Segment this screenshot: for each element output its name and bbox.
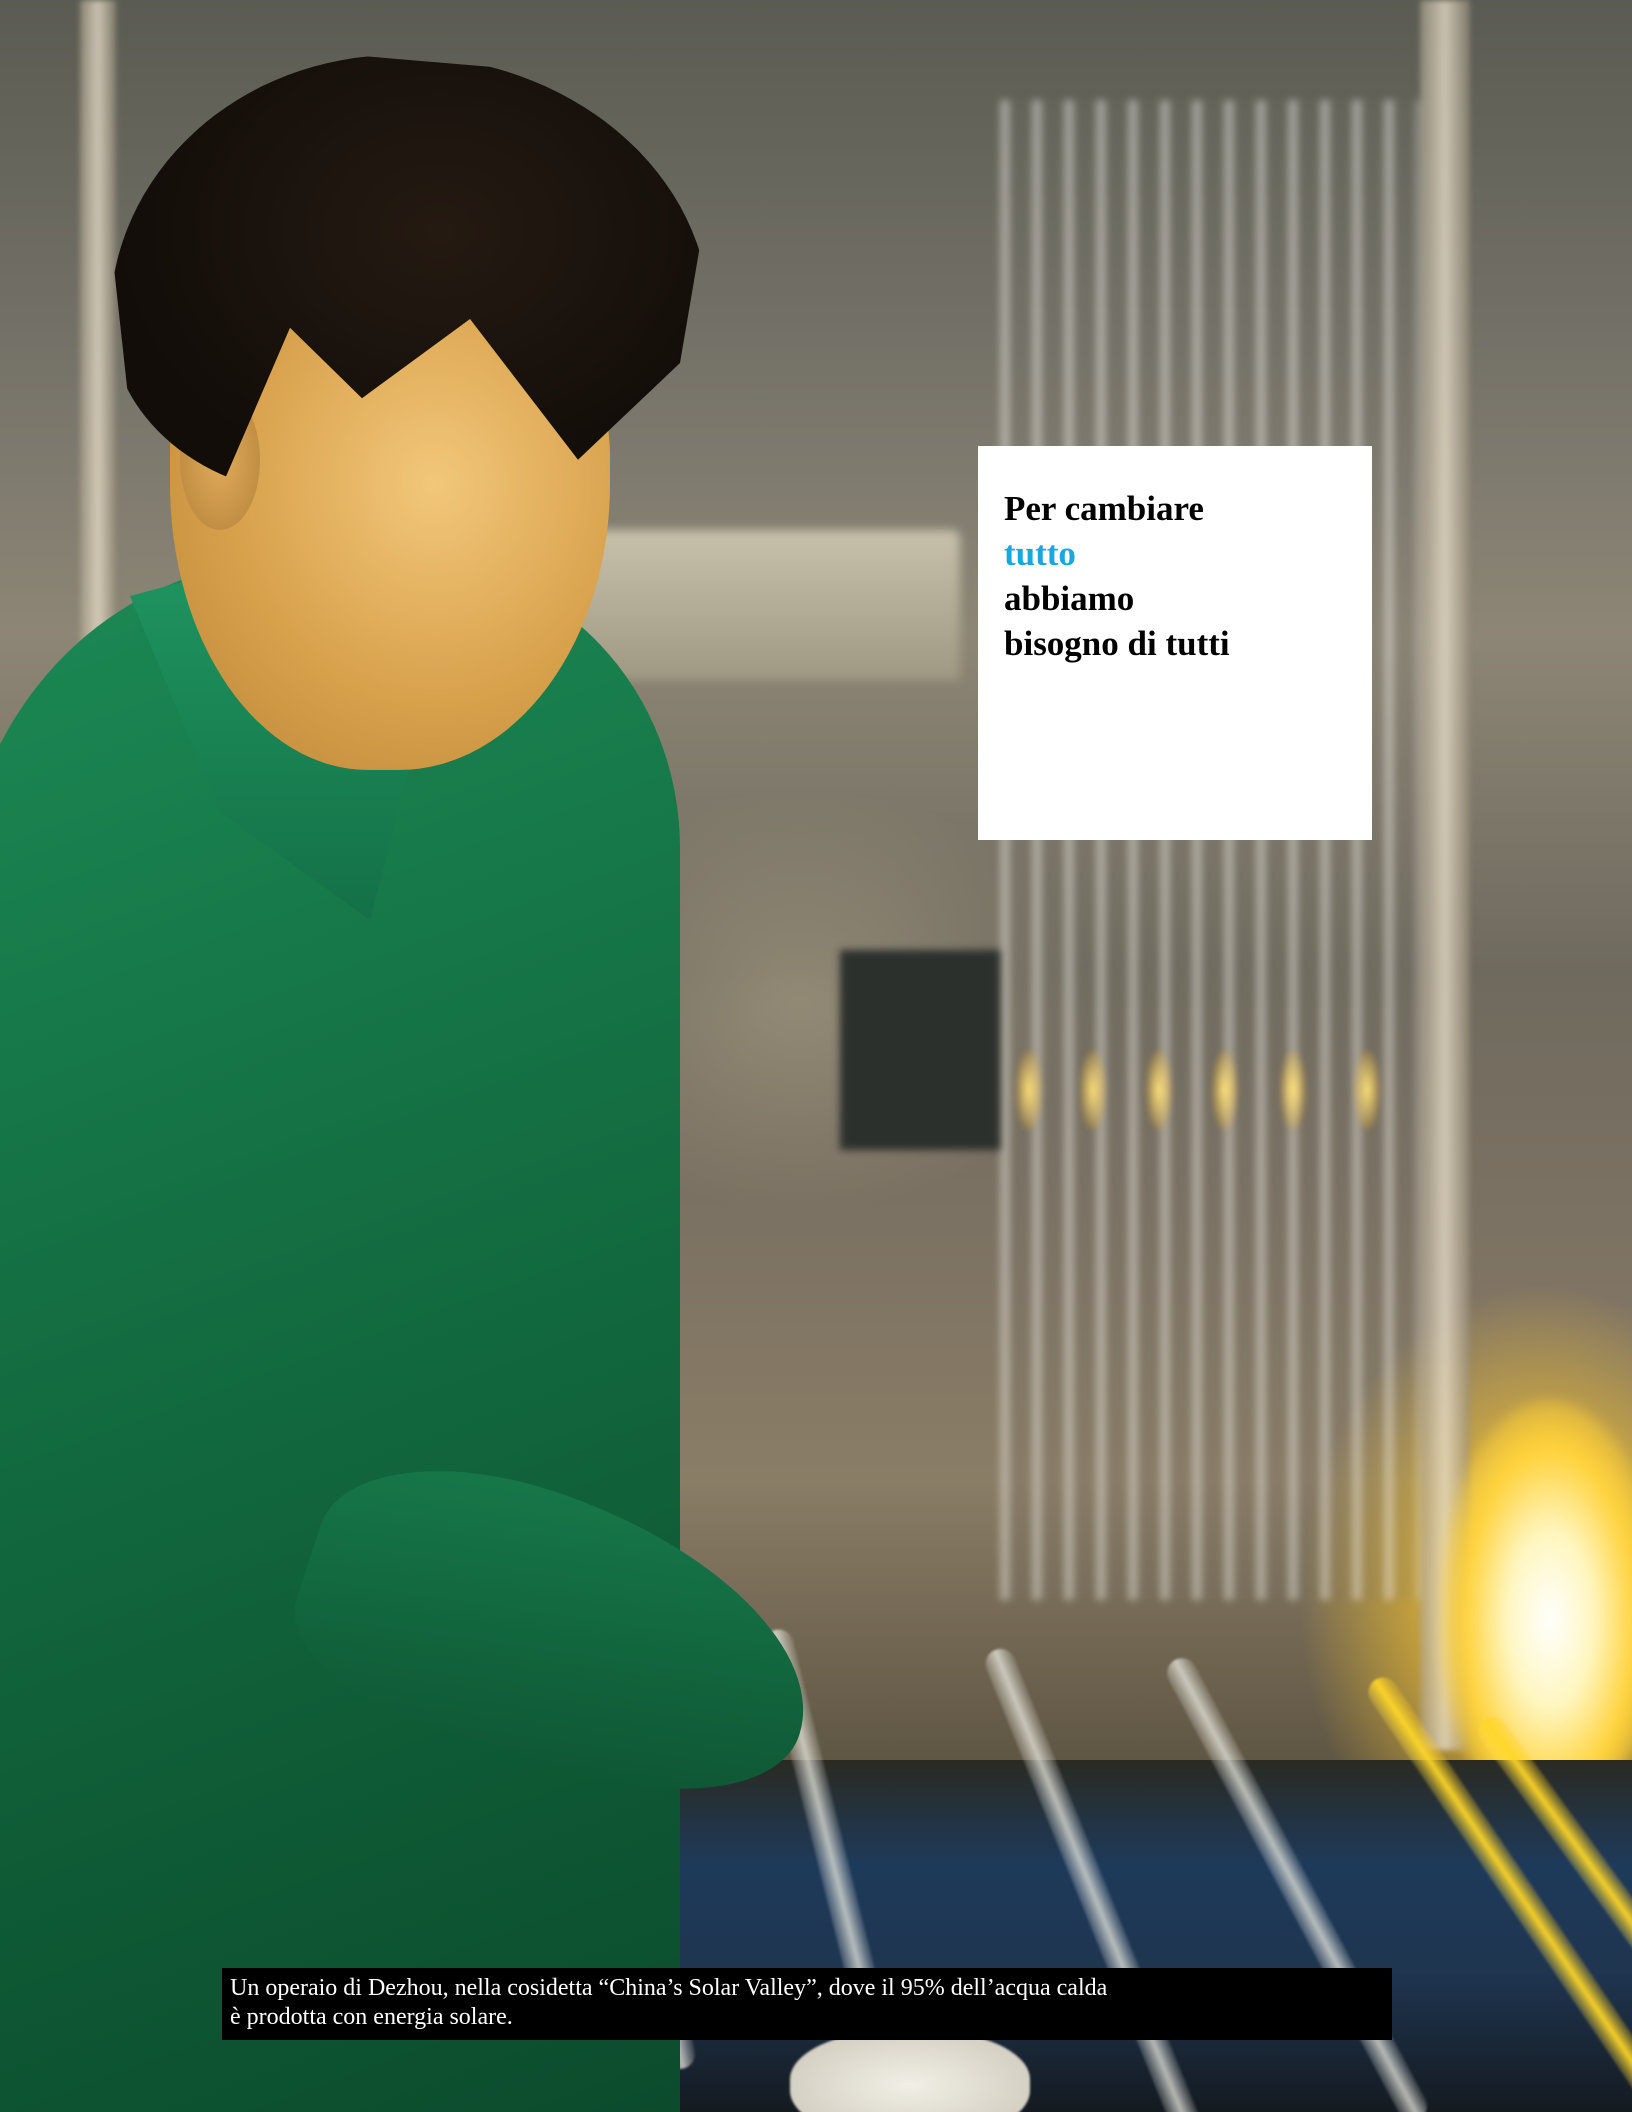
furnace-glow — [1146, 1050, 1172, 1130]
furnace-glow — [1354, 1050, 1380, 1130]
headline-box: Per cambiare tutto abbiamo bisogno di tu… — [978, 446, 1372, 840]
photo-caption: Un operaio di Dezhou, nella cosidetta “C… — [222, 1968, 1392, 2040]
factory-worker-photo — [0, 0, 1632, 2112]
worker-glove — [790, 2030, 1030, 2112]
background-drum — [840, 950, 1000, 1150]
furnace-glow — [1016, 1050, 1042, 1130]
document-page: Per cambiare tutto abbiamo bisogno di tu… — [0, 0, 1632, 2112]
glass-tube-rack — [1000, 100, 1420, 1600]
headline-accent-word: tutto — [1004, 534, 1076, 573]
headline-line: Per cambiare — [1004, 489, 1204, 528]
caption-line: è prodotta con energia solare. — [230, 2004, 513, 2030]
caption-line: Un operaio di Dezhou, nella cosidetta “C… — [230, 1975, 1108, 2001]
headline-line: bisogno di tutti — [1004, 624, 1230, 663]
furnace-glow — [1080, 1050, 1106, 1130]
headline-line: abbiamo — [1004, 579, 1135, 618]
furnace-glow — [1212, 1050, 1238, 1130]
furnace-glow — [1280, 1050, 1306, 1130]
